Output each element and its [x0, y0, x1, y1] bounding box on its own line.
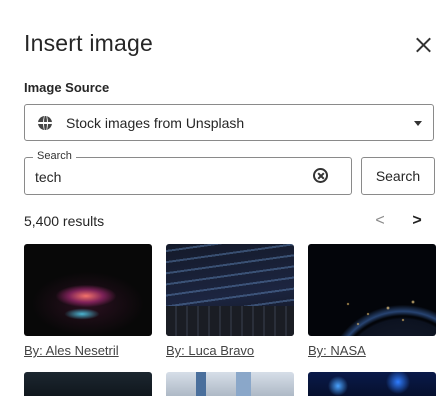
image-thumbnail[interactable] [24, 244, 152, 336]
image-source-select[interactable]: Stock images from Unsplash [24, 104, 434, 141]
search-field-label: Search [33, 150, 76, 162]
results-count: 5,400 results [24, 213, 105, 229]
image-credit-link[interactable]: By: Luca Bravo [166, 343, 254, 358]
globe-icon [38, 116, 52, 130]
image-credit-link[interactable]: By: NASA [308, 343, 366, 358]
chevron-down-icon [414, 121, 422, 126]
image-source-value: Stock images from Unsplash [66, 115, 245, 131]
next-page-button[interactable]: > [407, 212, 427, 232]
image-thumbnail[interactable] [166, 372, 294, 396]
close-icon[interactable] [408, 30, 438, 60]
dialog-title: Insert image [24, 30, 153, 56]
insert-image-dialog: Insert image Image Source Stock images f… [0, 0, 443, 396]
image-credit-link[interactable]: By: Ales Nesetril [24, 343, 119, 358]
clear-circle-icon[interactable] [313, 168, 328, 183]
image-thumbnail[interactable] [308, 244, 436, 336]
search-input[interactable] [35, 169, 295, 185]
search-field: Search [24, 150, 352, 195]
previous-page-button[interactable]: < [370, 212, 390, 232]
image-thumbnail[interactable] [308, 372, 436, 396]
image-source-label: Image Source [24, 80, 110, 95]
search-button[interactable]: Search [361, 157, 435, 195]
image-thumbnail[interactable] [24, 372, 152, 396]
image-thumbnail[interactable] [166, 244, 294, 336]
